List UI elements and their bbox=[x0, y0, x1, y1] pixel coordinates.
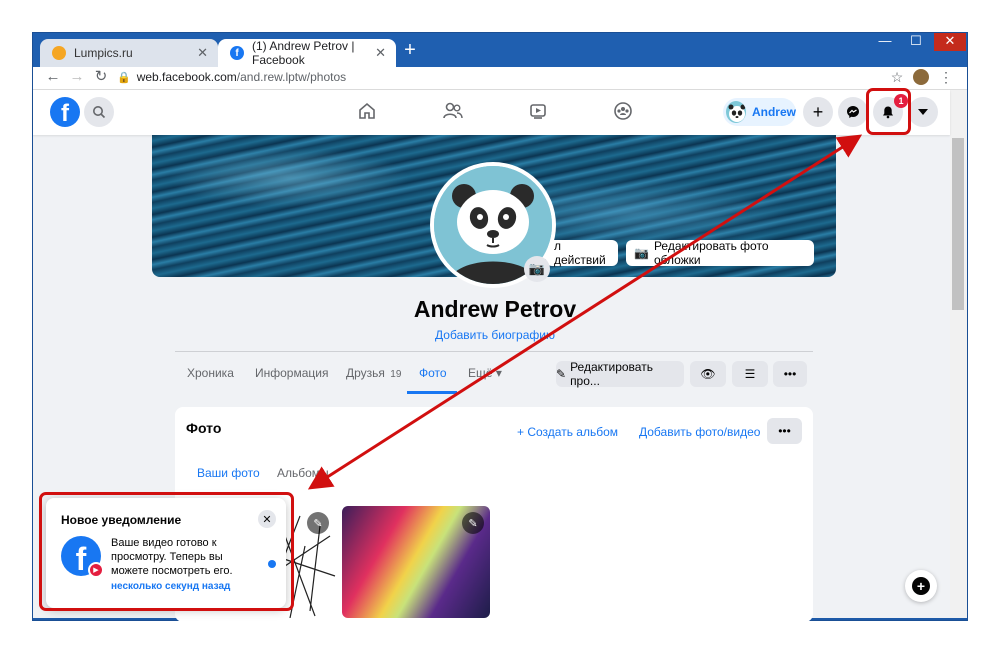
annotation-arrow bbox=[307, 134, 863, 490]
